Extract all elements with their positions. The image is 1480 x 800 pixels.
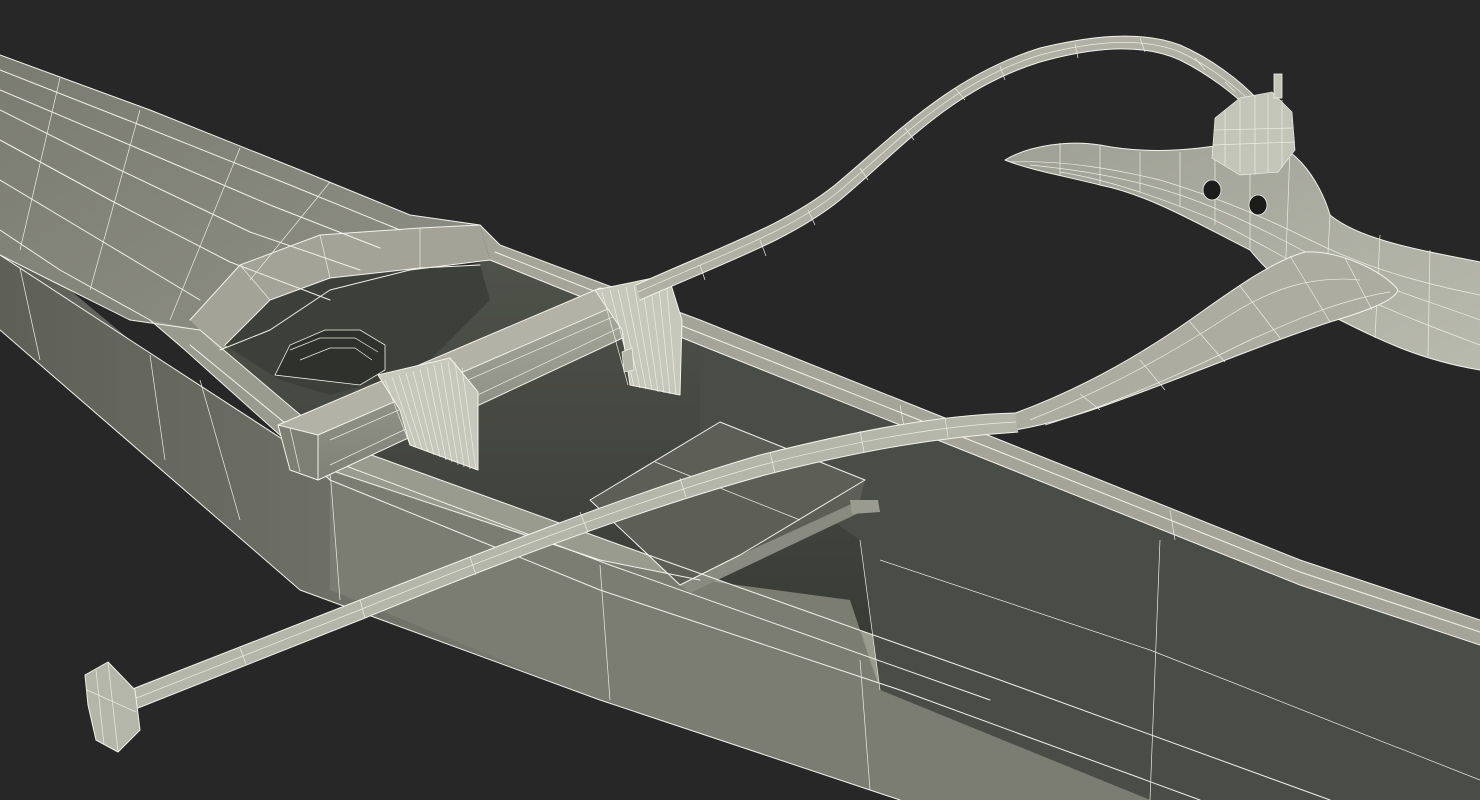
float-hole-right [1248,194,1268,216]
float-pin [1273,73,1283,99]
render-viewport [0,0,1480,800]
paddle-blade [1010,251,1398,430]
float-hole-left [1202,179,1222,201]
wireframe-scene [0,35,1480,800]
float-connector [1212,92,1295,175]
seat-peg [850,500,880,514]
